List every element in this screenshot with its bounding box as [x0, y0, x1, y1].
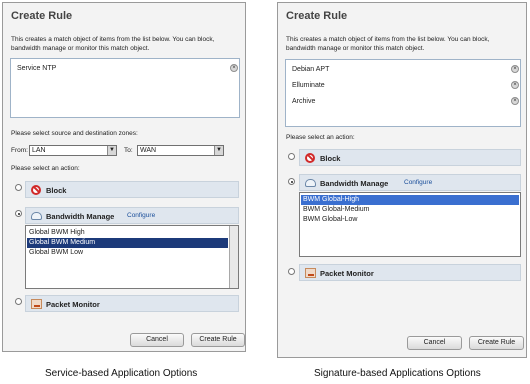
- to-label: To:: [124, 147, 133, 154]
- list-item[interactable]: Global BWM Low: [27, 248, 228, 258]
- block-icon: [305, 153, 315, 163]
- to-zone-value: WAN: [140, 147, 157, 154]
- configure-link[interactable]: Configure: [404, 179, 432, 186]
- zones-label: Please select source and destination zon…: [11, 130, 138, 137]
- bandwidth-manage-label: Bandwidth Manage: [320, 179, 389, 188]
- scrollbar[interactable]: [229, 226, 238, 288]
- bandwidth-manage-option[interactable]: Bandwidth Manage Configure: [299, 174, 521, 191]
- packet-monitor-label: Packet Monitor: [46, 300, 100, 309]
- from-zone-select[interactable]: LAN ▼: [29, 145, 117, 156]
- create-rule-dialog-signature: Create Rule This creates a match object …: [277, 2, 527, 358]
- to-zone-select[interactable]: WAN ▼: [137, 145, 224, 156]
- bandwidth-manage-radio[interactable]: [288, 178, 295, 185]
- block-option[interactable]: Block: [299, 149, 521, 166]
- remove-item-icon[interactable]: ×: [511, 81, 519, 89]
- block-icon: [31, 185, 41, 195]
- configure-link[interactable]: Configure: [127, 212, 155, 219]
- packet-monitor-option[interactable]: Packet Monitor: [299, 264, 521, 281]
- bwm-priority-listbox[interactable]: Global BWM High Global BWM Medium Global…: [25, 225, 239, 289]
- chevron-down-icon[interactable]: ▼: [214, 146, 223, 155]
- block-option[interactable]: Block: [25, 181, 239, 198]
- packet-monitor-label: Packet Monitor: [320, 269, 374, 278]
- action-label: Please select an action:: [11, 165, 80, 172]
- match-object-list: Service NTP ×: [10, 58, 240, 118]
- cancel-button[interactable]: Cancel: [130, 333, 184, 347]
- from-label: From:: [11, 147, 28, 154]
- bandwidth-manage-option[interactable]: Bandwidth Manage Configure: [25, 207, 239, 224]
- remove-item-icon[interactable]: ×: [511, 65, 519, 73]
- block-radio[interactable]: [15, 184, 22, 191]
- match-object-list: Debian APT × Elluminate × Archive ×: [285, 59, 521, 127]
- bandwidth-manage-label: Bandwidth Manage: [46, 212, 115, 221]
- list-item-selected[interactable]: BWM Global-High: [301, 195, 519, 205]
- create-rule-button[interactable]: Create Rule: [191, 333, 245, 347]
- packet-monitor-icon: [31, 299, 42, 309]
- caption-signature: Signature-based Applications Options: [314, 368, 481, 379]
- from-zone-value: LAN: [32, 147, 46, 154]
- dialog-title: Create Rule: [11, 10, 73, 22]
- packet-monitor-option[interactable]: Packet Monitor: [25, 295, 239, 312]
- list-item: Service NTP: [17, 65, 57, 72]
- cancel-button[interactable]: Cancel: [407, 336, 462, 350]
- packet-monitor-radio[interactable]: [15, 298, 22, 305]
- list-item-selected[interactable]: Global BWM Medium: [27, 238, 228, 248]
- dialog-description: This creates a match object of items fro…: [11, 36, 215, 52]
- list-item[interactable]: BWM Global-Medium: [301, 205, 510, 215]
- bandwidth-icon: [305, 179, 316, 187]
- list-item: Archive: [292, 98, 316, 105]
- list-item: Debian APT: [292, 66, 330, 73]
- bandwidth-manage-radio[interactable]: [15, 210, 22, 217]
- create-rule-dialog-service: Create Rule This creates a match object …: [2, 2, 246, 352]
- block-label: Block: [46, 186, 67, 195]
- bandwidth-icon: [31, 212, 42, 220]
- remove-item-icon[interactable]: ×: [511, 97, 519, 105]
- dialog-title: Create Rule: [286, 10, 348, 22]
- chevron-down-icon[interactable]: ▼: [107, 146, 116, 155]
- bwm-priority-listbox[interactable]: BWM Global-High BWM Global-Medium BWM Gl…: [299, 192, 521, 257]
- block-radio[interactable]: [288, 153, 295, 160]
- list-item[interactable]: BWM Global-Low: [301, 215, 510, 225]
- list-item: Elluminate: [292, 82, 325, 89]
- block-label: Block: [320, 154, 341, 163]
- dialog-description: This creates a match object of items fro…: [286, 36, 490, 52]
- create-rule-button[interactable]: Create Rule: [469, 336, 524, 350]
- remove-item-icon[interactable]: ×: [230, 64, 238, 72]
- action-label: Please select an action:: [286, 134, 355, 141]
- packet-monitor-icon: [305, 268, 316, 278]
- list-item[interactable]: Global BWM High: [27, 228, 228, 238]
- packet-monitor-radio[interactable]: [288, 268, 295, 275]
- caption-service: Service-based Application Options: [45, 368, 198, 379]
